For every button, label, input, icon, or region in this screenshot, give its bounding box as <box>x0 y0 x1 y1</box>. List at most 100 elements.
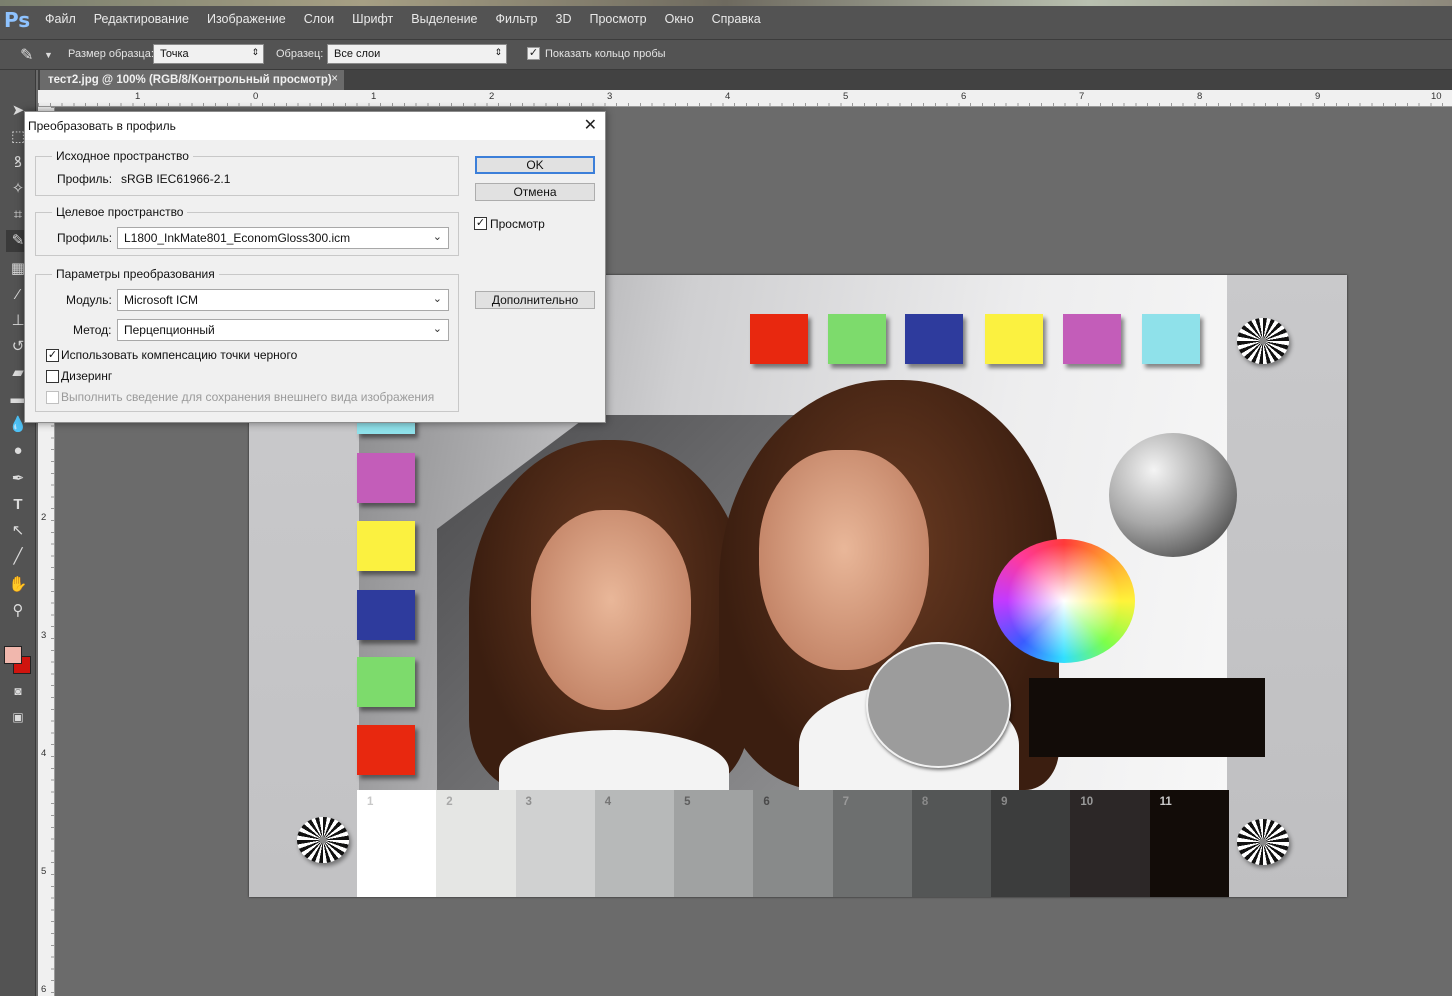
line-tool-icon[interactable]: ╱ <box>6 546 30 568</box>
menu-items: Файл Редактирование Изображение Слои Шри… <box>36 12 770 26</box>
pen-tool-icon[interactable]: ✒ <box>6 468 30 490</box>
module-label: Модуль: <box>66 293 112 307</box>
dialog-titlebar[interactable]: Преобразовать в профиль ✕ <box>25 112 605 140</box>
source-space-legend: Исходное пространство <box>52 149 193 163</box>
method-value: Перцепционный <box>124 323 215 337</box>
right-gray-panel <box>1227 275 1347 897</box>
registration-target <box>1237 318 1289 364</box>
method-label: Метод: <box>73 323 112 337</box>
gray-step-label: 6 <box>763 796 770 808</box>
dither-checkbox[interactable] <box>46 370 59 383</box>
menu-layers[interactable]: Слои <box>304 12 334 26</box>
updown-icon: ⇕ <box>494 47 502 57</box>
gray-step-label: 3 <box>525 796 532 808</box>
source-space-group: Исходное пространство Профиль: sRGB IEC6… <box>35 149 459 196</box>
menu-edit[interactable]: Редактирование <box>94 12 189 26</box>
color-patch-top <box>750 314 808 364</box>
menu-image[interactable]: Изображение <box>207 12 286 26</box>
target-profile-select[interactable]: L1800_InkMate801_EconomGloss300.icm ⌄ <box>117 227 449 249</box>
ruler-number: 1 <box>135 91 141 102</box>
ruler-number: 0 <box>253 91 259 102</box>
ruler-number: 5 <box>843 91 849 102</box>
chevron-down-icon: ⌄ <box>432 231 442 243</box>
gray-sphere <box>1109 433 1237 557</box>
path-select-tool-icon[interactable]: ↖ <box>6 520 30 542</box>
gray-step-label: 7 <box>842 796 849 808</box>
ok-button[interactable]: OK <box>475 156 595 174</box>
gray-step: 8 <box>911 790 992 897</box>
ruler-number: 3 <box>607 91 613 102</box>
gray-step-label: 10 <box>1080 796 1094 808</box>
photoshop-logo: Ps <box>4 8 31 32</box>
menu-select[interactable]: Выделение <box>411 12 477 26</box>
document-tab[interactable]: тест2.jpg @ 100% (RGB/8/Контрольный прос… <box>40 70 344 90</box>
gray-step-label: 5 <box>684 796 691 808</box>
ruler-number: 8 <box>1197 91 1203 102</box>
color-patch-left <box>357 521 415 571</box>
dodge-tool-icon[interactable]: ● <box>6 440 30 462</box>
gray-step: 11 <box>1149 790 1229 897</box>
gray-step: 7 <box>832 790 912 897</box>
menu-file[interactable]: Файл <box>45 12 76 26</box>
color-patch-left <box>357 590 415 640</box>
ruler-number: 9 <box>1315 91 1321 102</box>
ruler-number: 1 <box>371 91 377 102</box>
close-tab-icon[interactable]: × <box>331 73 338 85</box>
sample-size-select[interactable]: Точка ⇕ <box>153 44 264 64</box>
color-patch-left <box>357 453 415 503</box>
registration-target <box>1237 819 1289 865</box>
source-profile-label: Профиль: <box>57 172 113 186</box>
ruler-number: 6 <box>961 91 967 102</box>
options-bar: ✎ ▼ Размер образца: Точка ⇕ Образец: Все… <box>0 40 1452 70</box>
convert-to-profile-dialog: Преобразовать в профиль ✕ Исходное прост… <box>24 111 606 423</box>
gray-step: 3 <box>515 790 595 897</box>
quick-mask-icon[interactable]: ◙ <box>6 680 30 702</box>
color-patch-top <box>985 314 1043 364</box>
menu-3d[interactable]: 3D <box>556 12 572 26</box>
gray-step: 5 <box>674 790 754 897</box>
color-patch-left <box>357 657 415 707</box>
updown-icon: ⇕ <box>251 47 259 57</box>
foreground-color-swatch[interactable] <box>4 646 22 664</box>
close-icon[interactable]: ✕ <box>584 115 597 135</box>
eyedropper-icon[interactable]: ✎ <box>20 45 33 65</box>
advanced-button[interactable]: Дополнительно <box>475 291 595 309</box>
target-space-legend: Целевое пространство <box>52 205 188 219</box>
ruler-number: 2 <box>489 91 495 102</box>
gray-step-label: 2 <box>446 796 453 808</box>
conversion-options-group: Параметры преобразования Модуль: Microso… <box>35 267 459 412</box>
tool-preset-chevron-icon[interactable]: ▼ <box>44 50 53 60</box>
document-tab-title: тест2.jpg @ 100% (RGB/8/Контрольный прос… <box>48 74 332 86</box>
flatten-checkbox <box>46 391 59 404</box>
cancel-button[interactable]: Отмена <box>475 183 595 201</box>
chevron-down-icon: ⌄ <box>432 323 442 335</box>
menu-window[interactable]: Окно <box>665 12 694 26</box>
menu-view[interactable]: Просмотр <box>590 12 647 26</box>
gray-step: 6 <box>753 790 833 897</box>
menu-filter[interactable]: Фильтр <box>496 12 538 26</box>
gray-step-label: 9 <box>1001 796 1008 808</box>
ruler-number: 2 <box>41 512 47 523</box>
preview-checkbox[interactable]: ✓ <box>474 217 487 230</box>
show-ring-checkbox[interactable]: ✓ <box>527 47 540 60</box>
preview-label: Просмотр <box>490 217 545 231</box>
ruler-number: 4 <box>725 91 731 102</box>
target-profile-label: Профиль: <box>57 231 113 245</box>
type-tool-icon[interactable]: T <box>6 494 30 516</box>
menu-bar: Ps Файл Редактирование Изображение Слои … <box>0 0 1452 40</box>
zoom-tool-icon[interactable]: ⚲ <box>6 600 30 622</box>
ruler-number: 5 <box>41 866 47 877</box>
screen-mode-icon[interactable]: ▣ <box>6 706 30 728</box>
black-point-checkbox[interactable]: ✓ <box>46 349 59 362</box>
sample-select[interactable]: Все слои ⇕ <box>327 44 507 64</box>
hand-tool-icon[interactable]: ✋ <box>6 574 30 596</box>
gray-step: 2 <box>436 790 516 897</box>
module-select[interactable]: Microsoft ICM ⌄ <box>117 289 449 311</box>
registration-target <box>297 817 349 863</box>
menu-type[interactable]: Шрифт <box>352 12 393 26</box>
menu-help[interactable]: Справка <box>712 12 761 26</box>
horizontal-ruler: 1 0 1 2 3 4 5 6 7 8 9 10 <box>38 90 1452 107</box>
sample-value: Все слои <box>334 48 381 60</box>
chevron-down-icon: ⌄ <box>432 293 442 305</box>
method-select[interactable]: Перцепционный ⌄ <box>117 319 449 341</box>
